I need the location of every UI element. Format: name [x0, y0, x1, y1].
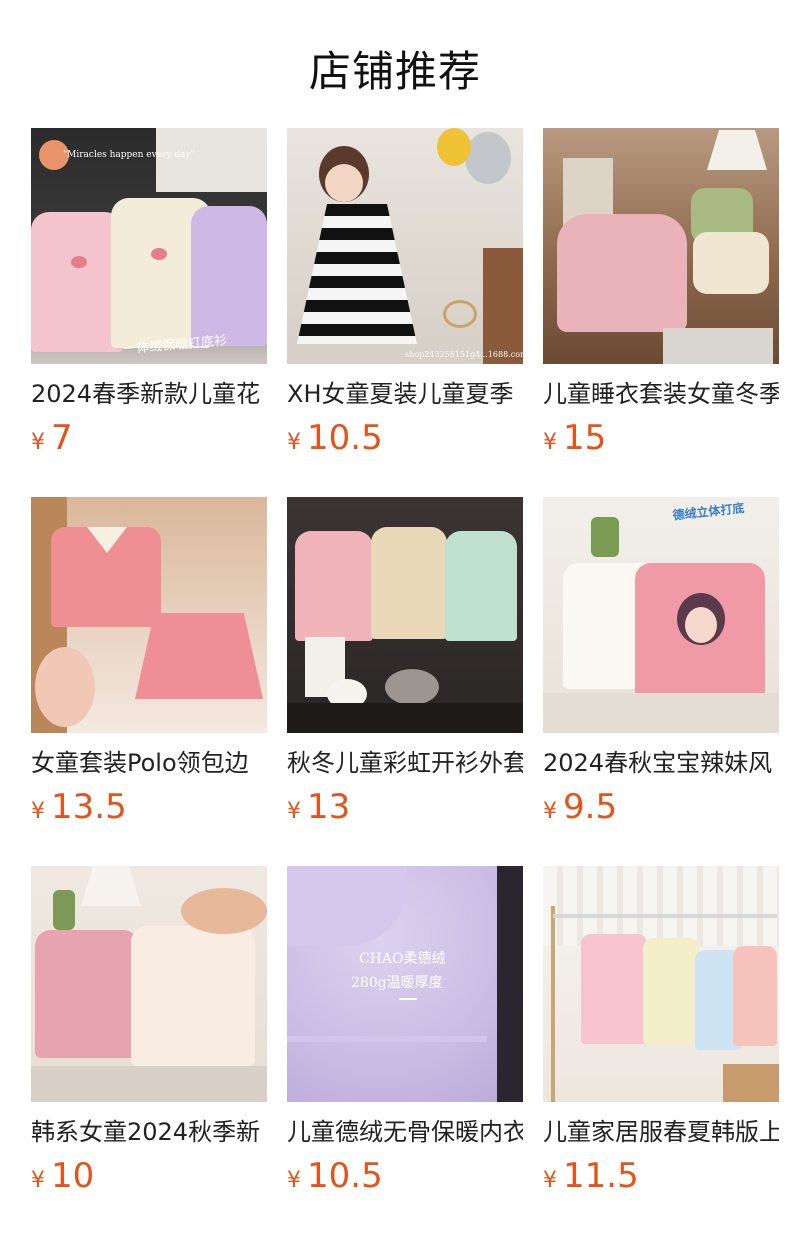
- product-price: ¥13.5: [31, 787, 267, 833]
- product-price: ¥10.5: [287, 1156, 523, 1202]
- product-image[interactable]: CHAO柔德绒 280g温暖厚度: [287, 866, 523, 1102]
- product-name[interactable]: XH女童夏装儿童夏季: [287, 378, 523, 410]
- product-image[interactable]: [31, 866, 267, 1102]
- product-price: ¥15: [543, 418, 779, 464]
- product-price: ¥10: [31, 1156, 267, 1202]
- product-grid: "Miracles happen every day" 一体绒保暖打底衫 202…: [31, 128, 779, 1235]
- product-image[interactable]: [543, 128, 779, 364]
- image-caption: shop243258151g4...1688.com: [405, 350, 523, 359]
- price-value: 13.5: [51, 787, 127, 827]
- product-price: ¥13: [287, 787, 523, 833]
- product-card[interactable]: 韩系女童2024秋季新 ¥10: [31, 866, 267, 1235]
- product-image[interactable]: "Miracles happen every day" 一体绒保暖打底衫: [31, 128, 267, 364]
- price-value: 10.5: [307, 1156, 383, 1196]
- product-image[interactable]: 德绒立体打底: [543, 497, 779, 733]
- image-caption: "Miracles happen every day": [63, 150, 195, 160]
- product-image[interactable]: [543, 866, 779, 1102]
- product-name[interactable]: 2024春季新款儿童花: [31, 378, 267, 410]
- currency-symbol: ¥: [31, 430, 45, 455]
- price-value: 11.5: [563, 1156, 639, 1196]
- image-badge: 德绒立体打底: [671, 501, 746, 523]
- product-card[interactable]: 秋冬儿童彩虹开衫外套 ¥13: [287, 497, 523, 866]
- product-card[interactable]: "Miracles happen every day" 一体绒保暖打底衫 202…: [31, 128, 267, 497]
- product-image[interactable]: shop243258151g4...1688.com: [287, 128, 523, 364]
- image-caption: CHAO柔德绒: [359, 951, 446, 967]
- price-value: 15: [563, 418, 607, 458]
- currency-symbol: ¥: [31, 1168, 45, 1193]
- price-value: 9.5: [563, 787, 618, 827]
- product-price: ¥9.5: [543, 787, 779, 833]
- currency-symbol: ¥: [31, 799, 45, 824]
- product-name[interactable]: 2024春秋宝宝辣妹风: [543, 747, 779, 779]
- product-image[interactable]: [287, 497, 523, 733]
- product-price: ¥11.5: [543, 1156, 779, 1202]
- product-name[interactable]: 儿童睡衣套装女童冬季: [543, 378, 779, 410]
- product-card[interactable]: 德绒立体打底 2024春秋宝宝辣妹风 ¥9.5: [543, 497, 779, 866]
- currency-symbol: ¥: [543, 430, 557, 455]
- currency-symbol: ¥: [543, 1168, 557, 1193]
- price-value: 7: [51, 418, 73, 458]
- product-card[interactable]: 儿童家居服春夏韩版上 ¥11.5: [543, 866, 779, 1235]
- currency-symbol: ¥: [287, 430, 301, 455]
- image-badge: 280g温暖厚度: [351, 975, 443, 991]
- product-name[interactable]: 儿童家居服春夏韩版上: [543, 1116, 779, 1148]
- product-name[interactable]: 韩系女童2024秋季新: [31, 1116, 267, 1148]
- price-value: 13: [307, 787, 351, 827]
- product-card[interactable]: shop243258151g4...1688.com XH女童夏装儿童夏季 ¥1…: [287, 128, 523, 497]
- product-name[interactable]: 儿童德绒无骨保暖内衣: [287, 1116, 523, 1148]
- product-card[interactable]: 女童套装Polo领包边 ¥13.5: [31, 497, 267, 866]
- product-image[interactable]: [31, 497, 267, 733]
- price-value: 10.5: [307, 418, 383, 458]
- page-title: 店铺推荐: [308, 47, 481, 96]
- currency-symbol: ¥: [287, 799, 301, 824]
- product-name[interactable]: 秋冬儿童彩虹开衫外套: [287, 747, 523, 779]
- product-card[interactable]: 儿童睡衣套装女童冬季 ¥15: [543, 128, 779, 497]
- product-card[interactable]: CHAO柔德绒 280g温暖厚度 儿童德绒无骨保暖内衣 ¥10.5: [287, 866, 523, 1235]
- price-value: 10: [51, 1156, 95, 1196]
- product-price: ¥10.5: [287, 418, 523, 464]
- currency-symbol: ¥: [543, 799, 557, 824]
- currency-symbol: ¥: [287, 1168, 301, 1193]
- product-price: ¥7: [31, 418, 267, 464]
- product-name[interactable]: 女童套装Polo领包边: [31, 747, 267, 779]
